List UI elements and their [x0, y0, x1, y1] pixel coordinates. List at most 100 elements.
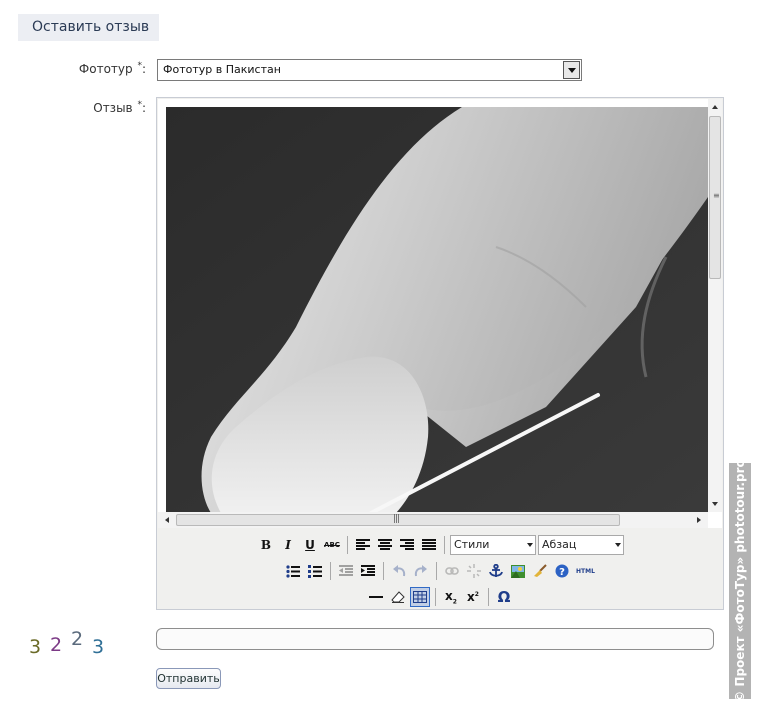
tour-select[interactable]: Фототур в Пакистан — [157, 59, 582, 81]
horizontal-rule-icon — [369, 596, 383, 598]
link-button[interactable] — [442, 561, 462, 581]
select-arrow-button[interactable] — [563, 61, 580, 79]
undo-button[interactable] — [389, 561, 409, 581]
arrow-up-icon — [712, 105, 718, 109]
tour-select-value: Фототур в Пакистан — [163, 63, 281, 76]
scroll-left-button[interactable] — [160, 513, 174, 527]
indent-button[interactable] — [358, 561, 378, 581]
outdent-button[interactable] — [336, 561, 356, 581]
editor-toolbar-row-2: ? HTML — [157, 559, 723, 583]
align-left-icon — [356, 539, 370, 550]
captcha-input[interactable] — [156, 628, 714, 650]
arrow-left-icon — [165, 517, 169, 523]
image-icon — [510, 564, 525, 578]
special-char-button[interactable]: Ω — [494, 587, 514, 607]
submit-button[interactable]: Отправить — [156, 668, 221, 689]
bullet-list-icon — [285, 564, 300, 578]
toolbar-separator — [435, 562, 437, 580]
unlink-icon — [466, 564, 481, 578]
captcha-digit: 3 — [92, 636, 104, 655]
help-button[interactable]: ? — [552, 561, 572, 581]
align-right-button[interactable] — [397, 535, 417, 555]
x-ray-finger-image[interactable] — [166, 107, 708, 513]
watermark: © Проект «ФотоТур» phototour.pro — [729, 463, 751, 699]
strikethrough-button[interactable]: ABC — [322, 535, 342, 555]
underline-icon: U — [305, 538, 315, 552]
captcha-digit: 2 — [71, 628, 83, 650]
anchor-icon — [488, 564, 503, 577]
subscript-icon: x2 — [445, 588, 457, 606]
tour-label: Фототур *: — [78, 61, 146, 76]
editor-toolbar-row-3: x2 x2 Ω — [157, 585, 723, 609]
align-left-button[interactable] — [353, 535, 373, 555]
vertical-scrollbar[interactable]: ≡ — [708, 99, 722, 512]
captcha-digit: 3 — [29, 636, 41, 655]
scroll-down-button[interactable] — [708, 497, 722, 511]
editor-toolbar-row-1: B I U ABC Стили Абзац — [157, 533, 723, 557]
bold-icon: B — [260, 538, 272, 552]
scroll-up-button[interactable] — [708, 100, 722, 114]
numbered-list-button[interactable] — [305, 561, 325, 581]
outdent-icon — [338, 565, 353, 576]
arrow-down-icon — [712, 502, 718, 506]
vertical-scroll-thumb[interactable]: ≡ — [709, 116, 721, 279]
horizontal-rule-button[interactable] — [366, 587, 386, 607]
styles-dropdown[interactable]: Стили — [450, 535, 536, 555]
format-dropdown[interactable]: Абзац — [538, 535, 624, 555]
indent-icon — [360, 565, 375, 576]
horizontal-scrollbar[interactable]: ||| — [158, 512, 708, 528]
undo-icon — [392, 564, 405, 576]
rich-text-editor: ≡ ||| B I U ABC Стили Абзац ? HTML x2 x2… — [156, 97, 724, 610]
insert-image-button[interactable] — [508, 561, 528, 581]
html-icon: HTML — [576, 567, 595, 575]
html-source-button[interactable]: HTML — [574, 561, 598, 581]
review-label: Отзыв *: — [93, 100, 146, 115]
toolbar-separator — [329, 562, 331, 580]
arrow-right-icon — [697, 517, 701, 523]
subscript-button[interactable]: x2 — [441, 587, 461, 607]
required-mark: * — [137, 100, 142, 110]
visual-aid-button[interactable] — [410, 587, 430, 607]
broom-icon — [533, 564, 547, 577]
help-icon: ? — [555, 564, 568, 578]
styles-dropdown-value: Стили — [454, 538, 490, 551]
unlink-button[interactable] — [464, 561, 484, 581]
table-grid-icon — [413, 591, 427, 603]
toolbar-separator — [435, 588, 436, 606]
form-title: Оставить отзыв — [18, 14, 159, 41]
grip-icon: ≡ — [713, 191, 720, 200]
subscript-icon-x: x — [445, 588, 453, 603]
grip-icon: ||| — [393, 514, 400, 524]
align-right-icon — [400, 539, 414, 550]
svg-text:?: ? — [559, 567, 565, 578]
format-dropdown-value: Абзац — [542, 538, 577, 551]
anchor-button[interactable] — [486, 561, 506, 581]
chevron-down-icon — [524, 536, 535, 554]
chevron-down-icon — [567, 67, 576, 73]
redo-icon — [414, 564, 427, 576]
superscript-button[interactable]: x2 — [463, 587, 483, 607]
toolbar-separator — [347, 536, 348, 554]
horizontal-scroll-thumb[interactable]: ||| — [176, 514, 620, 526]
align-center-button[interactable] — [375, 535, 395, 555]
strikethrough-icon: ABC — [324, 541, 340, 549]
captcha-digit: 2 — [50, 634, 62, 655]
scroll-right-button[interactable] — [692, 513, 706, 527]
superscript-icon-x: x — [467, 590, 475, 604]
chevron-down-icon — [612, 536, 623, 554]
remove-format-button[interactable] — [388, 587, 408, 607]
underline-button[interactable]: U — [300, 535, 320, 555]
italic-button[interactable]: I — [278, 535, 298, 555]
bullet-list-button[interactable] — [283, 561, 303, 581]
numbered-list-icon — [307, 564, 322, 578]
superscript-icon: x2 — [467, 590, 479, 604]
required-mark: * — [137, 61, 142, 71]
bold-button[interactable]: B — [256, 535, 276, 555]
link-icon — [444, 567, 459, 575]
align-center-icon — [378, 539, 392, 550]
editor-content-area[interactable]: ≡ ||| — [158, 99, 722, 528]
toolbar-separator — [444, 536, 445, 554]
redo-button[interactable] — [411, 561, 431, 581]
cleanup-button[interactable] — [530, 561, 550, 581]
align-justify-button[interactable] — [419, 535, 439, 555]
